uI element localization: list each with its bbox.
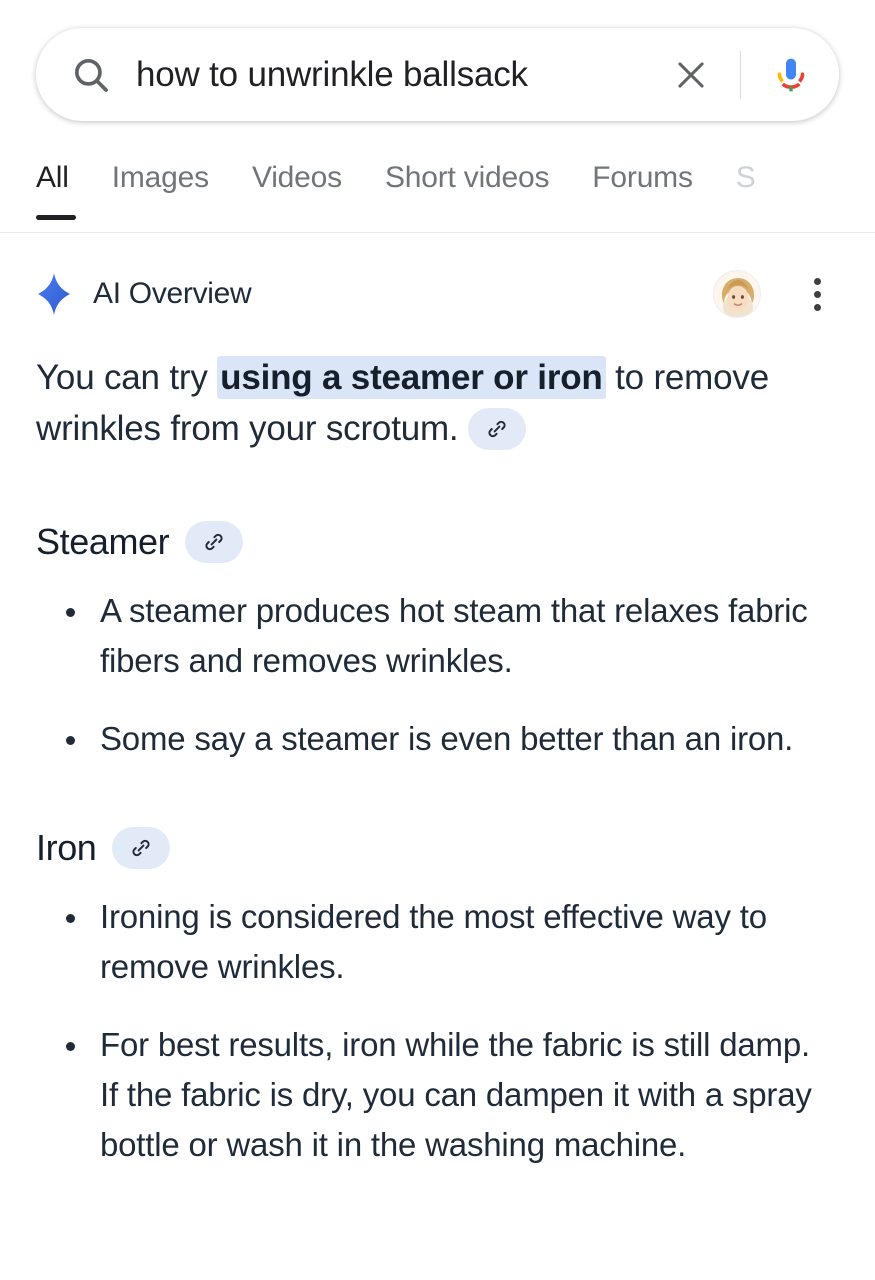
- tab-forums-label: Forums: [592, 161, 693, 194]
- voice-search-button[interactable]: [769, 53, 813, 97]
- tab-short-videos[interactable]: Short videos: [384, 152, 550, 196]
- list-item: For best results, iron while the fabric …: [36, 1020, 836, 1170]
- ai-overview-body: You can try using a steamer or iron to r…: [36, 352, 836, 1170]
- search-icon: [70, 54, 112, 96]
- tab-shopping-label: S: [735, 161, 756, 194]
- link-icon: [129, 836, 153, 860]
- ai-overview-summary: You can try using a steamer or iron to r…: [36, 352, 836, 454]
- search-divider: [740, 50, 741, 99]
- list-item: Some say a steamer is even better than a…: [36, 714, 836, 764]
- source-link-chip-iron[interactable]: [112, 827, 171, 869]
- google-search-results-page: All Images Videos Short videos Forums S: [0, 0, 875, 1280]
- link-icon: [485, 417, 509, 441]
- microphone-icon: [771, 55, 811, 95]
- bullet-list-steamer: A steamer produces hot steam that relaxe…: [36, 586, 836, 764]
- ai-overview-actions: [713, 270, 839, 318]
- tab-all[interactable]: All: [36, 152, 76, 220]
- ai-overview-header: AI Overview: [36, 266, 839, 322]
- tab-shopping-truncated[interactable]: S: [736, 152, 756, 196]
- tab-videos[interactable]: Videos: [252, 152, 342, 196]
- search-input[interactable]: [112, 54, 668, 95]
- section-heading-steamer-label: Steamer: [36, 521, 170, 562]
- section-heading-steamer: Steamer: [36, 520, 836, 564]
- bullet-list-iron: Ironing is considered the most effective…: [36, 892, 836, 1170]
- tab-short-videos-label: Short videos: [384, 161, 550, 194]
- tab-forums[interactable]: Forums: [592, 152, 693, 196]
- clear-search-button[interactable]: [668, 52, 714, 98]
- link-icon: [202, 530, 226, 554]
- section-heading-iron-label: Iron: [36, 827, 97, 868]
- list-item: Ironing is considered the most effective…: [36, 892, 836, 992]
- search-bar: [36, 28, 839, 121]
- source-link-chip-steamer[interactable]: [185, 521, 244, 563]
- tab-videos-label: Videos: [251, 161, 342, 194]
- ai-overview-title: AI Overview: [93, 277, 252, 310]
- user-avatar[interactable]: [713, 270, 761, 318]
- tab-images[interactable]: Images: [112, 152, 209, 196]
- section-heading-iron: Iron: [36, 826, 836, 870]
- tab-active-underline: [36, 215, 76, 220]
- source-link-chip[interactable]: [468, 407, 527, 450]
- summary-text-before: You can try: [36, 358, 218, 397]
- more-options-icon[interactable]: [795, 270, 839, 318]
- summary-highlight: using a steamer or iron: [217, 356, 606, 399]
- search-bar-inner[interactable]: [36, 28, 839, 121]
- tab-all-label: All: [36, 161, 69, 194]
- tab-images-label: Images: [111, 161, 209, 194]
- search-tabs: All Images Videos Short videos Forums S: [0, 152, 875, 232]
- list-item: A steamer produces hot steam that relaxe…: [36, 586, 836, 686]
- tabs-divider: [0, 232, 875, 233]
- close-icon: [672, 56, 710, 94]
- ai-sparkle-icon: [30, 270, 78, 318]
